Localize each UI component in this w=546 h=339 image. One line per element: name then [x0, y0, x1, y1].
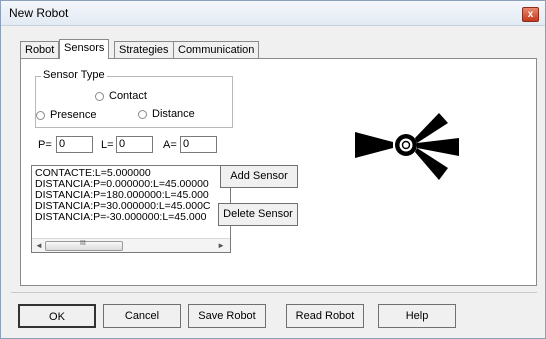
radio-distance-label: Distance — [152, 108, 195, 120]
radio-circle[interactable] — [138, 109, 147, 119]
radio-presence-label: Presence — [50, 109, 97, 121]
list-item[interactable]: DISTANCIA:P=-30.000000:L=45.000 — [35, 212, 206, 223]
tab-communication[interactable]: Communication — [173, 41, 260, 58]
new-robot-dialog: New Robot x Robot Sensors Strategies Com… — [0, 0, 546, 339]
radio-circle[interactable] — [95, 91, 104, 101]
rear-sensor-beam — [355, 132, 393, 158]
l-input[interactable]: 0 — [116, 136, 153, 153]
p-input[interactable]: 0 — [56, 136, 93, 153]
window-title: New Robot — [9, 6, 69, 20]
p-label: P= — [38, 139, 52, 151]
a-label: A= — [163, 139, 177, 151]
l-label: L= — [101, 139, 114, 151]
delete-sensor-button[interactable]: Delete Sensor — [218, 203, 298, 226]
radio-presence[interactable]: Presence — [36, 109, 96, 121]
tab-strategies[interactable]: Strategies — [114, 41, 174, 58]
tab-robot[interactable]: Robot — [20, 41, 60, 58]
help-button[interactable]: Help — [378, 304, 456, 328]
scroll-left-icon[interactable]: ◄ — [35, 241, 43, 250]
robot-core — [399, 138, 413, 152]
upper-sensor-beam — [415, 113, 448, 143]
radio-distance[interactable]: Distance — [138, 108, 195, 120]
scroll-right-icon[interactable]: ► — [217, 241, 225, 250]
horizontal-scrollbar[interactable]: ◄ III ► — [32, 238, 230, 252]
close-button[interactable]: x — [522, 7, 539, 22]
cancel-button[interactable]: Cancel — [103, 304, 181, 328]
sensors-panel: Sensor Type Contact Presence Distance P=… — [20, 58, 537, 286]
button-separator — [11, 292, 537, 293]
scroll-thumb[interactable]: III — [45, 240, 123, 251]
radio-contact-label: Contact — [109, 90, 147, 102]
add-sensor-button[interactable]: Add Sensor — [220, 165, 298, 188]
tab-sensors[interactable]: Sensors — [59, 39, 110, 59]
sensor-listbox[interactable]: CONTACTE:L=5.000000 DISTANCIA:P=0.000000… — [31, 165, 231, 253]
title-bar: New Robot x — [1, 1, 545, 26]
save-robot-button[interactable]: Save Robot — [188, 304, 266, 328]
sensor-type-label: Sensor Type — [41, 69, 107, 81]
robot-sensor-icon — [355, 113, 459, 180]
grip-icon: III — [80, 240, 86, 247]
radio-circle[interactable] — [36, 110, 45, 120]
read-robot-button[interactable]: Read Robot — [286, 304, 364, 328]
ok-button[interactable]: OK — [18, 304, 96, 328]
radio-contact[interactable]: Contact — [95, 90, 147, 102]
a-input[interactable]: 0 — [180, 136, 217, 153]
